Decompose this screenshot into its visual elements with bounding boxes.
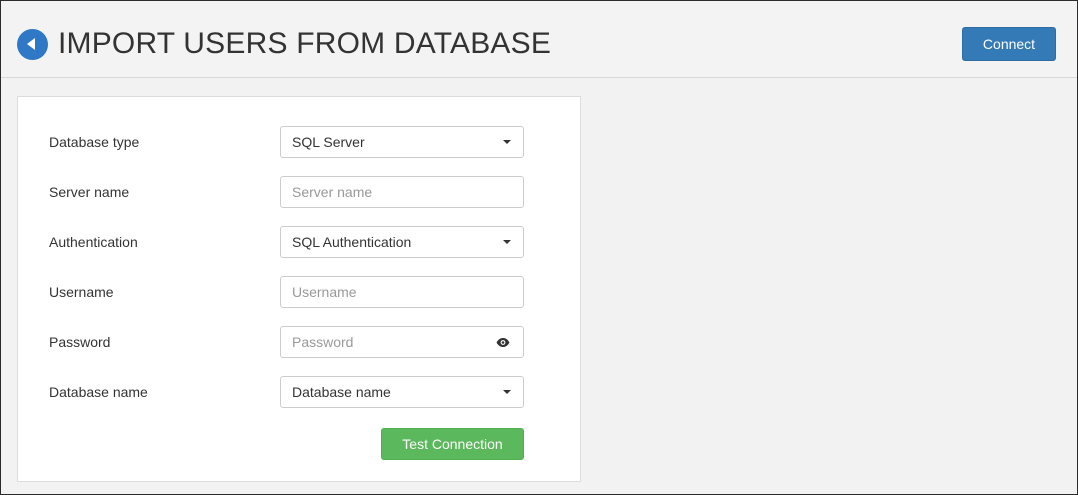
connection-form-panel: Database type SQL Server Server name Ser… [17,96,581,482]
database-name-value: Database name [292,384,391,400]
chevron-down-icon [503,240,511,244]
chevron-down-icon [503,390,511,394]
username-label: Username [49,284,114,300]
username-placeholder: Username [292,284,357,300]
chevron-down-icon [503,140,511,144]
authentication-label: Authentication [49,234,138,250]
database-name-select[interactable]: Database name [280,376,524,408]
database-type-select[interactable]: SQL Server [280,126,524,158]
password-label: Password [49,334,111,350]
authentication-value: SQL Authentication [292,234,412,250]
test-connection-button[interactable]: Test Connection [381,428,524,460]
database-name-label: Database name [49,384,148,400]
server-name-label: Server name [49,184,130,200]
database-type-value: SQL Server [292,134,365,150]
authentication-select[interactable]: SQL Authentication [280,226,524,258]
page-title: IMPORT USERS FROM DATABASE [58,27,552,60]
back-arrow-icon [27,38,35,50]
page-header: IMPORT USERS FROM DATABASE Connect [1,1,1077,78]
username-input[interactable]: Username [280,276,524,308]
window: IMPORT USERS FROM DATABASE Connect Datab… [0,0,1078,495]
password-placeholder: Password [292,334,354,350]
back-button[interactable] [17,29,48,60]
server-name-placeholder: Server name [292,184,373,200]
eye-icon[interactable] [496,338,510,347]
server-name-input[interactable]: Server name [280,176,524,208]
connect-button[interactable]: Connect [962,27,1056,61]
database-type-label: Database type [49,134,140,150]
password-input[interactable]: Password [280,326,524,358]
